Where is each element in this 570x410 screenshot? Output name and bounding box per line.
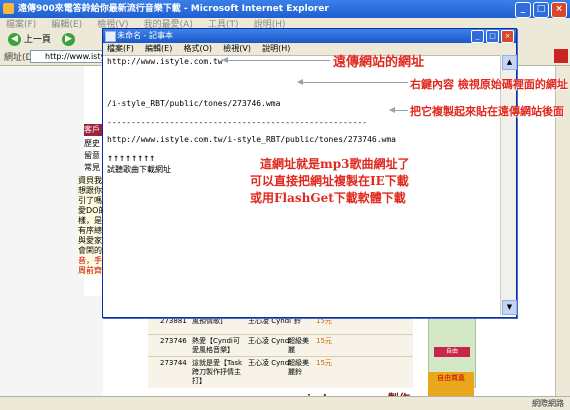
- notepad-icon: [105, 31, 116, 42]
- table-row[interactable]: 273744 這就是愛【Task跨刀製作抒情主打】 王心凌 Cyndi 超級美麗…: [148, 356, 413, 385]
- text-line: http://www.istyle.com.tw/i-style_RBT/pub…: [107, 135, 396, 144]
- arrow-line: [300, 82, 408, 83]
- blurb-line: 引了嗎: [78, 196, 102, 205]
- back-label: 上一頁: [23, 35, 51, 45]
- blurb-line: 有序總: [78, 226, 102, 235]
- arrow-head-icon: [297, 79, 303, 85]
- notepad-window-controls: _ □ ×: [471, 30, 514, 43]
- annotation-site-url: 遠傳網站的網址: [333, 55, 425, 70]
- go-icon[interactable]: [554, 49, 568, 63]
- song-price: 15元: [316, 337, 332, 345]
- song-title[interactable]: 熱愛【Cyndi可愛風格音樂】: [192, 337, 244, 355]
- text-line: 試聽歌曲下載網址: [107, 165, 171, 174]
- table-row[interactable]: 273746 熱愛【Cyndi可愛風格音樂】 王心凌 Cyndi 超級美麗 15…: [148, 334, 413, 357]
- status-bar: 網際網路: [0, 396, 570, 410]
- menu-edit[interactable]: 編輯(E): [45, 18, 88, 32]
- forward-arrow-icon: ▶: [62, 33, 75, 46]
- song-id: 273881: [160, 317, 187, 325]
- browser-title: 遠傳900來電答鈴給你最新流行音樂下載 - Microsoft Internet…: [18, 4, 329, 14]
- song-note: 超級美麗: [288, 337, 309, 354]
- arrow-head-icon: [222, 57, 228, 63]
- notepad-close-button[interactable]: ×: [501, 30, 514, 43]
- forward-button[interactable]: ▶: [62, 33, 75, 47]
- blurb-line: 想跟你: [78, 186, 102, 195]
- nav-item[interactable]: 常見: [84, 162, 103, 174]
- minimize-button[interactable]: _: [515, 2, 531, 18]
- song-title[interactable]: 風預情歌]: [192, 317, 242, 326]
- maximize-button[interactable]: □: [533, 2, 549, 18]
- notepad-title-bar: 未命名 - 記事本 _ □ ×: [103, 29, 516, 43]
- nav-item[interactable]: [84, 78, 103, 90]
- blurb-line: 資貝我: [78, 176, 102, 185]
- ad-banner-bottom[interactable]: 自由賞嘉: [428, 372, 474, 398]
- annotation-mp3-line1: 這網址就是mp3歌曲網址了: [260, 157, 410, 171]
- song-title[interactable]: 這就是愛【Task跨刀製作抒情主打】: [192, 359, 244, 386]
- browser-title-bar: 遠傳900來電答鈴給你最新流行音樂下載 - Microsoft Internet…: [0, 0, 570, 18]
- notepad-menu-edit[interactable]: 編輯(E): [141, 43, 176, 55]
- song-price: 15元: [316, 317, 332, 325]
- nav-item[interactable]: 留意: [84, 150, 103, 162]
- blurb-line: 愛DO的: [78, 206, 102, 215]
- nav-item[interactable]: [84, 102, 103, 114]
- blurb-line: 會閑的: [78, 246, 102, 255]
- song-table: 273881 風預情歌] 王心凌 Cyndi 鈴 15元 273746 熱愛【C…: [148, 314, 413, 388]
- blurb-line: 樣，是: [78, 216, 102, 225]
- song-artist: 王心凌 Cyndi: [248, 337, 292, 345]
- menu-file[interactable]: 檔案(F): [0, 18, 42, 32]
- notepad-menu-view[interactable]: 檢視(V): [219, 43, 255, 55]
- blurb-line: 與愛家: [78, 236, 102, 245]
- blurb-line: 周前齊: [78, 266, 102, 275]
- song-price: 15元: [316, 359, 332, 367]
- song-id: 273744: [160, 359, 187, 367]
- blurb-line: 音，手: [78, 256, 102, 265]
- song-artist: 王心凌 Cyndi: [248, 359, 292, 367]
- scroll-down-icon[interactable]: ▼: [502, 300, 517, 315]
- text-line: /i-style_RBT/public/tones/273746.wma: [107, 99, 281, 108]
- nav-item[interactable]: [84, 66, 103, 78]
- annotation-copy-paste: 把它複製起來貼在遠傳網站後面: [410, 105, 564, 118]
- back-button[interactable]: ◀ 上一頁: [8, 33, 51, 47]
- page-blurb: 資貝我 想跟你 引了嗎 愛DO的 樣，是 有序總 與愛家 會閑的 音，手 周前齊: [78, 176, 102, 276]
- notepad-minimize-button[interactable]: _: [471, 30, 484, 43]
- nav-item[interactable]: 歷史: [84, 138, 103, 150]
- scroll-up-icon[interactable]: ▲: [502, 55, 517, 70]
- notepad-title: 未命名 - 記事本: [117, 31, 173, 40]
- arrow-head-icon: [389, 107, 395, 113]
- notepad-scrollbar[interactable]: ▲ ▼: [500, 55, 517, 315]
- annotation-view-source: 右鍵內容 檢視原始碼裡面的網址: [410, 78, 568, 91]
- arrow-line: [225, 60, 330, 61]
- annotation-mp3-line3: 或用FlashGet下載軟體下載: [250, 191, 406, 205]
- notepad-maximize-button[interactable]: □: [486, 30, 499, 43]
- text-line: http://www.istyle.com.tw: [107, 57, 223, 66]
- status-zone: 網際網路: [532, 399, 564, 408]
- notepad-menu-format[interactable]: 格式(O): [180, 43, 217, 55]
- text-line: ↑↑↑↑↑↑↑↑: [107, 153, 156, 164]
- ad-badge: 自由: [434, 347, 470, 357]
- song-note: 鈴: [294, 317, 301, 325]
- notepad-menu-help[interactable]: 說明(H): [258, 43, 294, 55]
- window-controls: _ □ ×: [515, 2, 567, 18]
- text-line: ----------------------------------------…: [107, 118, 368, 127]
- close-button[interactable]: ×: [551, 2, 567, 18]
- notepad-menu-file[interactable]: 檔案(F): [103, 43, 138, 55]
- song-id: 273746: [160, 337, 187, 345]
- annotation-mp3-line2: 可以直接把網址複製在IE下載: [250, 174, 409, 188]
- song-artist: 王心凌 Cyndi: [248, 317, 292, 325]
- song-note: 超級美麗鈴: [288, 359, 309, 376]
- back-arrow-icon: ◀: [8, 33, 21, 46]
- ie-icon: [3, 3, 14, 14]
- customer-tab[interactable]: 客戶: [84, 124, 103, 136]
- nav-item[interactable]: [84, 90, 103, 102]
